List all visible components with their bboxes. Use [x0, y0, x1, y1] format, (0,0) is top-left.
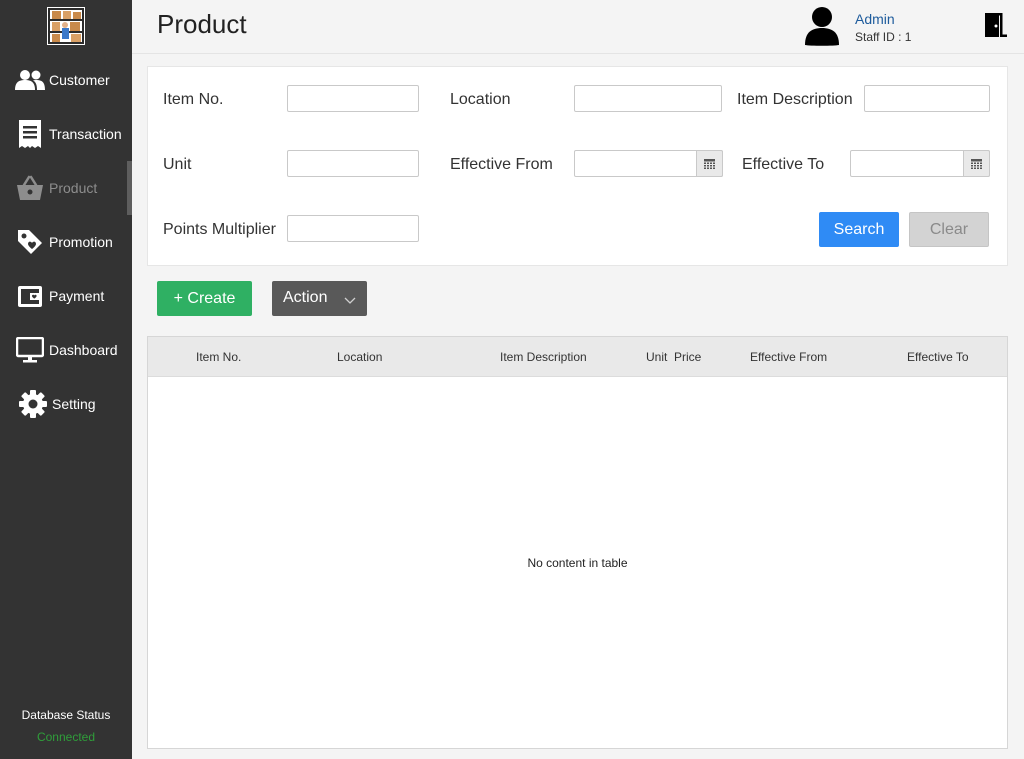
sidebar-item-label: Setting — [52, 396, 96, 412]
warehouse-boxes-icon — [47, 7, 85, 45]
active-indicator — [127, 161, 132, 215]
column-header-item-description[interactable]: Item Description — [500, 350, 587, 364]
users-icon — [15, 65, 45, 95]
table-empty-message: No content in table — [527, 556, 628, 570]
column-header-location[interactable]: Location — [337, 350, 382, 364]
location-input[interactable] — [574, 85, 722, 112]
staff-id: Staff ID : 1 — [855, 30, 912, 44]
effective-to-field[interactable] — [850, 150, 990, 177]
product-table: Item No. Location Item Description Unit … — [147, 336, 1008, 749]
sidebar-item-label: Customer — [49, 72, 110, 88]
points-multiplier-input[interactable] — [287, 215, 419, 242]
database-status-label: Database Status — [21, 708, 111, 722]
sidebar-item-dashboard[interactable]: Dashboard — [0, 323, 132, 377]
wallet-icon — [15, 281, 45, 311]
sidebar-item-customer[interactable]: Customer — [0, 53, 132, 107]
action-dropdown-button[interactable]: Action — [272, 281, 367, 316]
calendar-icon[interactable] — [696, 150, 723, 177]
gear-icon — [18, 389, 48, 419]
sidebar-item-label: Payment — [49, 288, 105, 304]
column-header-effective-from[interactable]: Effective From — [750, 350, 827, 364]
effective-from-field[interactable] — [574, 150, 723, 177]
database-status-value: Connected — [36, 730, 96, 744]
chevron-down-icon — [344, 293, 356, 304]
item-no-label: Item No. — [163, 91, 224, 108]
sidebar-item-product[interactable]: Product — [0, 161, 132, 215]
table-header: Item No. Location Item Description Unit … — [148, 337, 1007, 377]
sidebar: Customer Transaction Product Promotion P… — [0, 0, 132, 759]
effective-to-label: Effective To — [742, 156, 825, 173]
column-header-effective-to[interactable]: Effective To — [907, 350, 969, 364]
calendar-icon[interactable] — [963, 150, 990, 177]
sidebar-item-label: Dashboard — [49, 342, 118, 358]
search-button[interactable]: Search — [819, 212, 899, 247]
sidebar-item-promotion[interactable]: Promotion — [0, 215, 132, 269]
basket-icon — [15, 173, 45, 203]
sidebar-item-setting[interactable]: Setting — [0, 377, 132, 431]
monitor-icon — [15, 335, 45, 365]
page-title: Product — [157, 9, 247, 39]
points-multiplier-label: Points Multiplier — [163, 221, 276, 238]
sidebar-item-transaction[interactable]: Transaction — [0, 107, 132, 161]
item-no-input[interactable] — [287, 85, 419, 112]
header: Product Admin Staff ID : 1 — [132, 0, 1024, 54]
sidebar-item-payment[interactable]: Payment — [0, 269, 132, 323]
action-label: Action — [283, 289, 328, 306]
effective-from-label: Effective From — [450, 156, 553, 173]
column-header-unit-price[interactable]: Unit Price — [646, 350, 701, 364]
sidebar-item-label: Product — [49, 180, 98, 196]
sidebar-item-label: Promotion — [49, 234, 113, 250]
location-label: Location — [450, 91, 511, 108]
user-name[interactable]: Admin — [855, 11, 895, 27]
filter-panel: Item No. Location Item Description Unit … — [147, 66, 1008, 266]
user-avatar-icon — [804, 6, 840, 46]
unit-input[interactable] — [287, 150, 419, 177]
exit-door-icon[interactable] — [983, 12, 1007, 38]
unit-label: Unit — [163, 156, 192, 173]
item-description-input[interactable] — [864, 85, 990, 112]
receipt-icon — [15, 119, 45, 149]
create-button[interactable]: + Create — [157, 281, 252, 316]
clear-button[interactable]: Clear — [909, 212, 989, 247]
tag-icon — [15, 227, 45, 257]
sidebar-item-label: Transaction — [49, 126, 122, 142]
item-description-label: Item Description — [737, 91, 853, 108]
column-header-item-no[interactable]: Item No. — [196, 350, 241, 364]
